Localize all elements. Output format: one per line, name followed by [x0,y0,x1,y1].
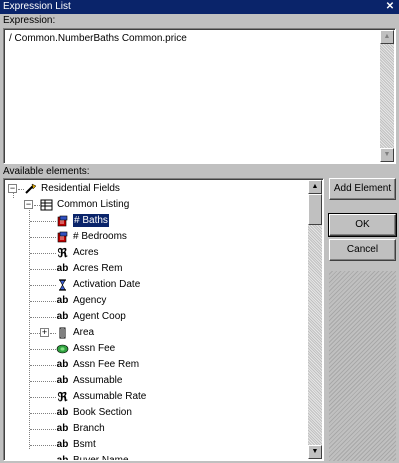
ab-icon: ab [56,263,69,274]
ab-icon: ab [56,439,69,450]
tree-item-label: Area [73,327,95,338]
collapse-icon[interactable]: − [24,200,33,209]
tree-item-label: Branch [73,423,105,434]
tree-item-label: Bsmt [73,439,96,450]
tree-item-row[interactable]: # Bedrooms [4,229,304,245]
tree-line [30,317,56,318]
expression-value: / Common.NumberBaths Common.price [9,33,187,44]
expression-label: Expression: [3,15,56,26]
tree-item-label: Acres [73,247,99,258]
tree-item-row[interactable]: ab Assumable [4,373,304,389]
tree-item-label: Assumable [73,375,123,386]
expression-scrollbar[interactable]: ▲ ▼ [380,30,394,162]
tree-line [30,269,56,270]
tree-scrollbar[interactable]: ▲ ▼ [308,180,322,459]
tree-item-row[interactable]: Assn Fee [4,341,304,357]
tree-item-label: Activation Date [73,279,141,290]
scroll-up-icon[interactable]: ▲ [380,30,394,44]
tree-item-row[interactable]: + Area [4,325,304,341]
ab-icon: ab [56,375,69,386]
scroll-down-icon[interactable]: ▼ [380,148,394,162]
tree-item-row[interactable]: ab Assn Fee Rem [4,357,304,373]
real-icon: ℜ [57,246,68,260]
tree-item-label: Agent Coop [73,311,126,322]
title-bar: Expression List ✕ [0,0,399,14]
tree-item-label: # Baths [73,214,109,227]
ok-button[interactable]: OK [328,213,397,237]
tree-item-row[interactable]: # Baths [4,213,304,229]
tree-item-label: Assumable Rate [73,391,147,402]
expression-textarea[interactable]: / Common.NumberBaths Common.price ▲ ▼ [3,28,396,164]
tree-item-row[interactable]: Activation Date [4,277,304,293]
expand-icon[interactable]: + [40,328,49,337]
cube-icon [56,215,69,227]
tree-line [30,301,56,302]
tree-item-label: Book Section [73,407,132,418]
tree-root-row[interactable]: − Residential Fields [4,181,304,197]
tree-group-row[interactable]: − Common Listing [4,197,304,213]
tree-line [30,413,56,414]
tree-line [30,237,56,238]
tree-item-row[interactable]: ab Buyer Name [4,453,304,461]
cancel-button[interactable]: Cancel [329,239,396,261]
real-icon: ℜ [57,390,68,404]
tree-line [30,285,56,286]
list-icon [56,327,69,339]
add-element-button[interactable]: Add Element [329,178,396,200]
tree-item-row[interactable]: ab Acres Rem [4,261,304,277]
tree-line [30,365,56,366]
scroll-thumb[interactable] [308,194,322,225]
available-elements-tree[interactable]: − Residential Fields − Common Listing # … [3,178,324,461]
tree-line [30,397,56,398]
resize-hatch [329,271,396,461]
tree-line [30,429,56,430]
tree-item-row[interactable]: ab Book Section [4,405,304,421]
tree-item-row[interactable]: ℜ Assumable Rate [4,389,304,405]
ab-icon: ab [56,311,69,322]
tree-item-row[interactable]: ℜ Acres [4,245,304,261]
tree-line [30,349,56,350]
tree-item-label: Assn Fee [73,343,116,354]
ab-icon: ab [56,455,69,461]
available-elements-label: Available elements: [3,166,90,177]
hourglass-icon [56,279,69,291]
ab-icon: ab [56,359,69,370]
ab-icon: ab [56,295,69,306]
tree-item-label: Acres Rem [73,263,123,274]
tree-item-row[interactable]: ab Branch [4,421,304,437]
tree-item-label: Buyer Name [73,455,129,461]
tree-line [30,381,56,382]
wand-icon [24,183,37,195]
tree-item-row[interactable]: ab Agent Coop [4,309,304,325]
tree-line [30,333,40,334]
scroll-up-icon[interactable]: ▲ [308,180,322,194]
tree-item-row[interactable]: ab Bsmt [4,437,304,453]
cube-icon [56,231,69,243]
tree-group-label: Common Listing [57,199,130,210]
ab-icon: ab [56,423,69,434]
tree-line [30,445,56,446]
tree-item-label: Assn Fee Rem [73,359,140,370]
tree-item-row[interactable]: ab Agency [4,293,304,309]
tree-line [30,221,56,222]
tree-line [30,253,56,254]
tree-root-label: Residential Fields [41,183,120,194]
collapse-icon[interactable]: − [8,184,17,193]
money-icon [56,343,69,355]
ab-icon: ab [56,407,69,418]
tree-item-label: # Bedrooms [73,231,127,242]
window-title: Expression List [3,1,71,12]
table-icon [40,199,53,211]
scroll-down-icon[interactable]: ▼ [308,445,322,459]
close-icon[interactable]: ✕ [385,0,395,14]
tree-item-label: Agency [73,295,107,306]
